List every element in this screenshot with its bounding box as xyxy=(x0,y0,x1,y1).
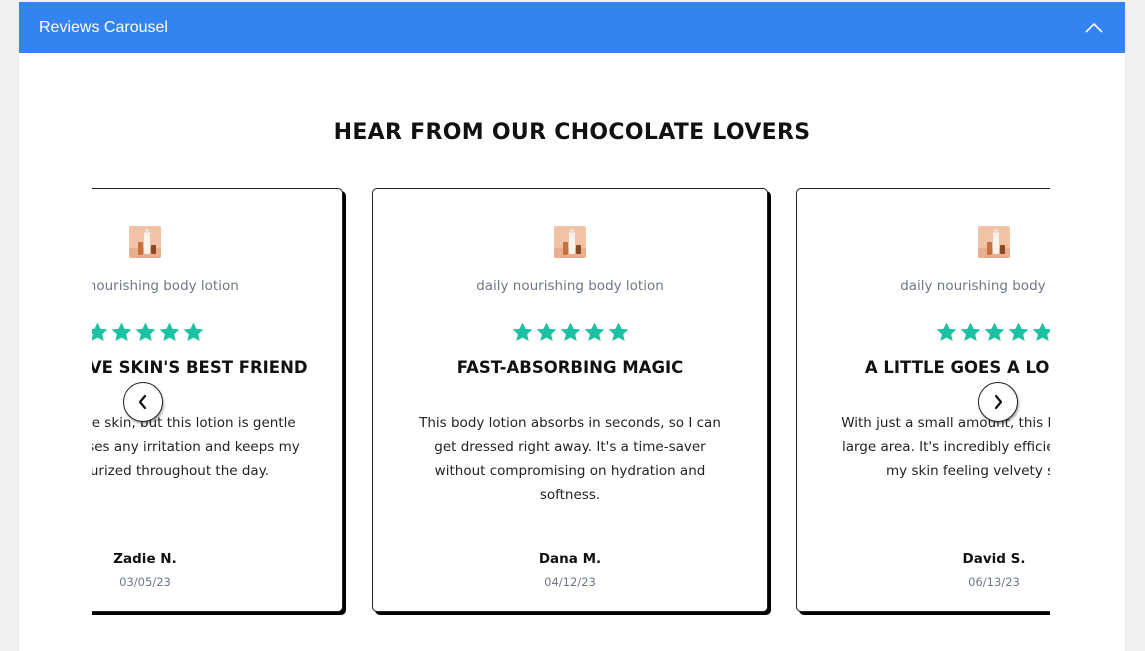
chevron-right-icon xyxy=(994,394,1003,410)
star-icon xyxy=(183,322,203,342)
collapse-button[interactable] xyxy=(1083,17,1105,39)
section-heading: HEAR FROM OUR CHOCOLATE LOVERS xyxy=(333,120,811,145)
review-card: daily nourishing body lotion FAST-ABSORB… xyxy=(372,188,768,612)
review-title: FAST-ABSORBING MAGIC xyxy=(456,358,684,377)
review-title: MY SENSITIVE SKIN'S BEST FRIEND xyxy=(92,358,308,377)
star-rating xyxy=(373,321,767,344)
star-icon xyxy=(960,322,980,342)
star-icon xyxy=(92,322,107,342)
reviews-carousel-panel: Reviews Carousel HEAR FROM OUR CHOCOLATE… xyxy=(19,2,1125,651)
review-body: With just a small amount, this lotion co… xyxy=(841,415,1050,479)
chevron-up-icon xyxy=(1085,22,1103,33)
carousel-viewport: daily nourishing body lotion MY SENSITIV… xyxy=(92,188,1050,620)
carousel-next-button[interactable] xyxy=(978,382,1018,422)
star-icon xyxy=(135,322,155,342)
reviewer-name: Dana M. xyxy=(538,551,602,567)
review-body: I have sensitive skin, but this lotion i… xyxy=(92,415,300,479)
star-rating xyxy=(797,321,1050,344)
star-icon xyxy=(936,322,956,342)
star-icon xyxy=(512,322,532,342)
star-icon xyxy=(608,322,628,342)
product-thumbnail xyxy=(978,226,1010,258)
product-thumbnail xyxy=(554,226,586,258)
star-icon xyxy=(536,322,556,342)
panel-title: Reviews Carousel xyxy=(39,18,168,36)
review-body: This body lotion absorbs in seconds, so … xyxy=(419,415,721,503)
carousel-prev-button[interactable] xyxy=(123,382,163,422)
reviewer-name: David S. xyxy=(962,551,1026,567)
product-name: daily nourishing body lotion xyxy=(92,278,239,294)
star-icon xyxy=(984,322,1004,342)
star-icon xyxy=(1008,322,1028,342)
review-date: 06/13/23 xyxy=(968,575,1020,589)
product-name: daily nourishing body lotion xyxy=(900,278,1050,294)
star-rating xyxy=(92,321,342,344)
star-icon xyxy=(584,322,604,342)
star-icon xyxy=(159,322,179,342)
panel-header[interactable]: Reviews Carousel xyxy=(19,2,1125,53)
chevron-left-icon xyxy=(138,394,147,410)
star-icon xyxy=(111,322,131,342)
review-date: 03/05/23 xyxy=(119,575,171,589)
reviewer-name: Zadie N. xyxy=(113,551,177,567)
product-name: daily nourishing body lotion xyxy=(476,278,664,294)
star-icon xyxy=(560,322,580,342)
star-icon xyxy=(1032,322,1050,342)
review-title: A LITTLE GOES A LONG WAY xyxy=(864,358,1050,377)
review-date: 04/12/23 xyxy=(544,575,596,589)
product-thumbnail xyxy=(129,226,161,258)
